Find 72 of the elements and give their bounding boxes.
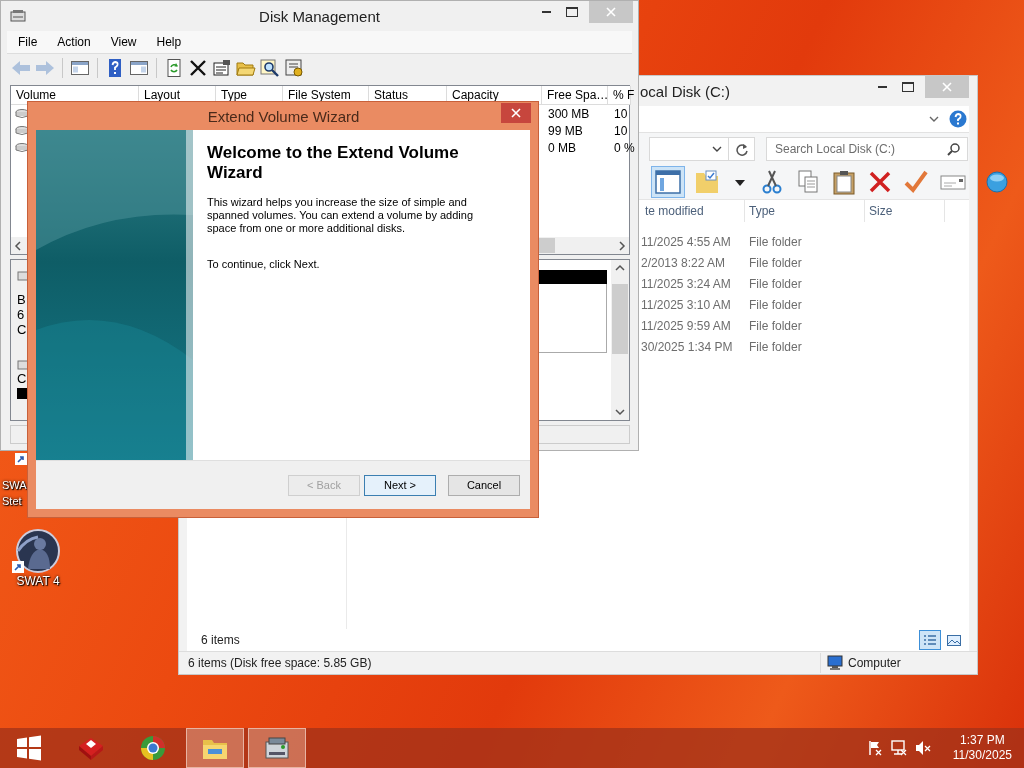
scroll-right-icon[interactable] [618, 240, 626, 251]
table-cell-text: File folder [748, 339, 803, 354]
search-icon[interactable] [947, 143, 960, 156]
scrollbar-thumb[interactable] [612, 284, 628, 354]
game-icon[interactable] [16, 529, 60, 573]
table-cell-text: 10 [613, 106, 629, 121]
status-location: Computer [848, 656, 901, 670]
windows-logo-icon[interactable] [15, 734, 43, 762]
description-text: This wizard helps you increase the size of simple and spanned volumes. You can extend a volume by adding space from one or more additional disks. [207, 196, 475, 235]
table-cell-text: 11/2025 3:24 AM [641, 276, 732, 291]
maximize-icon[interactable] [566, 7, 578, 17]
table-cell-text: 30/2025 1:34 PM [641, 339, 734, 354]
table-cell-text: 300 MB [547, 106, 591, 121]
vertical-scrollbar[interactable] [611, 260, 629, 420]
computer-icon [827, 655, 843, 671]
status-text: 6 items (Disk free space: 5.85 GB) [188, 656, 372, 670]
next-button[interactable]: Next > [364, 474, 436, 496]
table-cell-text: File folder [748, 255, 803, 270]
icon-label[interactable]: SWAT 4 [16, 573, 60, 589]
menu-item[interactable]: View [99, 35, 146, 49]
column-header[interactable]: Free Spa… [542, 86, 608, 105]
menu-item[interactable]: Help [145, 35, 191, 49]
table-cell-text: 2/2013 8:22 AM [641, 255, 727, 270]
refresh-button[interactable] [729, 137, 755, 161]
disk-info-text: B [17, 292, 27, 307]
browser-icon[interactable] [139, 734, 167, 762]
refresh-icon[interactable] [734, 142, 749, 156]
item-count: 6 items [201, 633, 240, 647]
taskbar-button[interactable] [248, 728, 306, 768]
wizard-heading: Welcome to the Extend Volume Wizard [207, 143, 460, 183]
table-cell-text: File folder [748, 297, 803, 312]
table-cell-text: File folder [748, 318, 803, 333]
maximize-icon[interactable] [902, 82, 914, 92]
cancel-button[interactable]: Cancel [448, 474, 520, 496]
clock-date[interactable]: 11/30/2025 [952, 748, 1012, 763]
help-icon[interactable] [949, 110, 967, 128]
table-cell-text: File folder [748, 276, 803, 291]
menu-item[interactable]: File [7, 35, 47, 49]
close-button[interactable] [501, 103, 531, 123]
chevron-down-icon[interactable] [712, 145, 722, 153]
shortcut-arrow-icon [12, 561, 24, 573]
table-cell-text: 11/2025 9:59 AM [641, 318, 732, 333]
column-header[interactable]: Type [745, 200, 865, 222]
window-title: Disk Management [258, 7, 381, 25]
table-cell-text: 10 [613, 123, 629, 138]
table-cell-text: File folder [748, 234, 803, 249]
app-icon [10, 8, 26, 24]
clock-time[interactable]: 1:37 PM [960, 733, 1005, 748]
menu-item[interactable]: Action [46, 35, 100, 49]
speaker-muted-icon[interactable] [914, 740, 931, 756]
disk-info-text: C [17, 322, 28, 337]
window-title: ocal Disk (C:) [640, 82, 730, 100]
disk-info-text: C [17, 371, 28, 386]
column-header[interactable]: Size [865, 200, 945, 222]
scrollbar-thumb[interactable] [539, 238, 555, 253]
network-icon[interactable] [890, 740, 907, 756]
disk-info-text: 6 [17, 307, 26, 322]
dialog-title: Extend Volume Wizard [206, 107, 361, 125]
close-icon[interactable] [511, 108, 521, 118]
disk-drive-icon[interactable] [263, 734, 291, 762]
table-cell-text: 11/2025 3:10 AM [641, 297, 732, 312]
instruction-text: To continue, click Next. [207, 258, 321, 270]
table-cell-text: 11/2025 4:55 AM [641, 234, 732, 249]
table-cell-text: 99 MB [547, 123, 584, 138]
chevron-down-icon[interactable] [929, 115, 939, 123]
scroll-up-icon[interactable] [615, 264, 625, 272]
table-cell-text: 0 MB [547, 140, 577, 155]
column-header[interactable]: te modified [641, 200, 745, 222]
search-field[interactable]: Search Local Disk (C:) [766, 137, 968, 161]
flag-icon[interactable] [866, 740, 883, 756]
scroll-left-icon[interactable] [14, 240, 22, 251]
scroll-down-icon[interactable] [615, 408, 625, 416]
